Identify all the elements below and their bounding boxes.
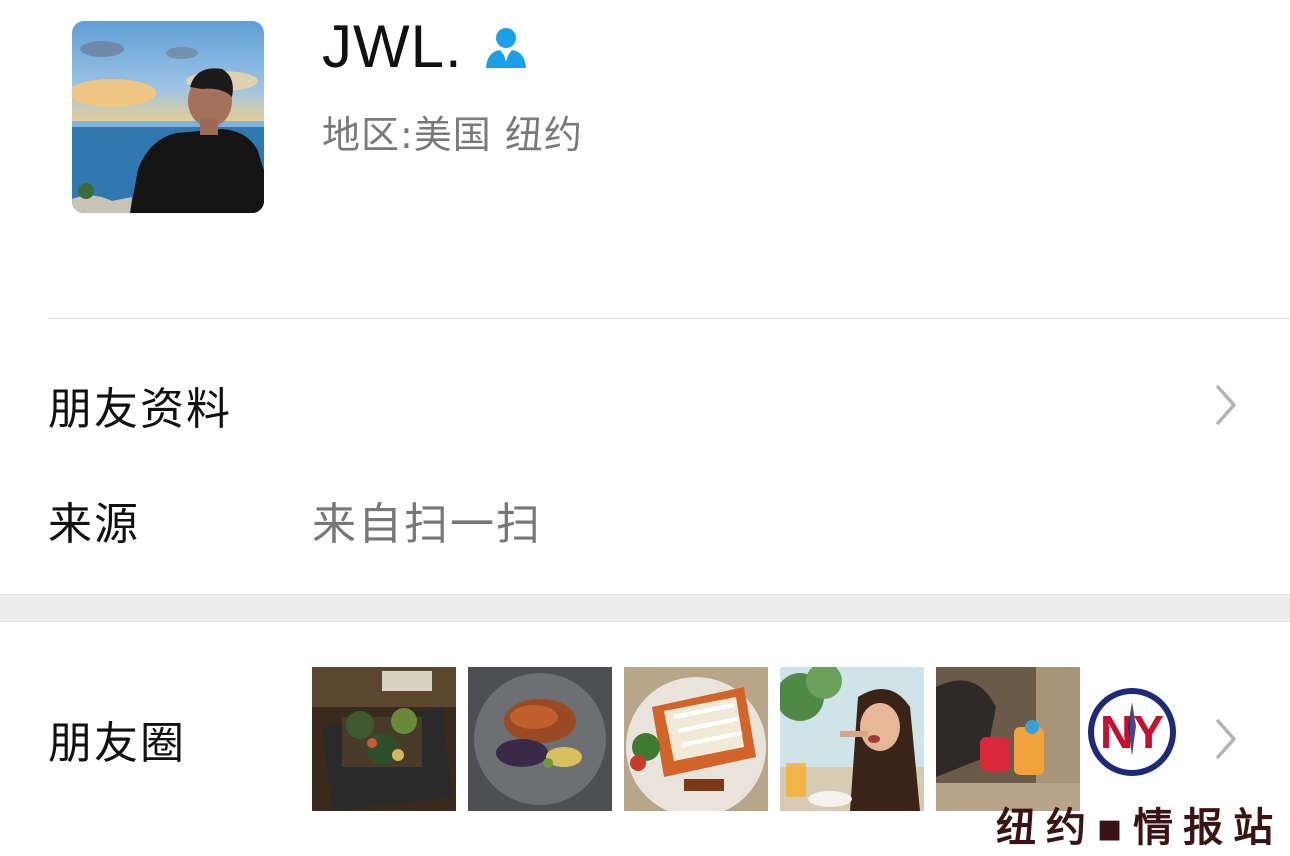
user-icon — [483, 24, 529, 70]
watermark-text: 纽约▪情报站 — [996, 805, 1284, 851]
moments-thumbnail[interactable] — [624, 667, 768, 811]
section-separator — [0, 594, 1290, 622]
chevron-right-icon — [1212, 717, 1240, 761]
region-text: 地区:美国 纽约 — [322, 113, 583, 157]
avatar[interactable] — [72, 21, 264, 213]
source-label: 来源 — [48, 499, 140, 550]
moments-label: 朋友圈 — [48, 718, 186, 769]
friend-info-label: 朋友资料 — [48, 384, 232, 435]
contact-name: JWL. — [322, 12, 463, 80]
divider — [48, 318, 1290, 319]
moments-thumbnail[interactable] — [312, 667, 456, 811]
contact-profile-page: JWL. 地区:美国 纽约 朋友资料 来源 来自扫一扫 朋友圈 纽约▪情报站 — [0, 0, 1290, 856]
source-row: 来源 来自扫一扫 — [0, 462, 1290, 578]
name-row: JWL. — [322, 8, 529, 84]
chevron-right-icon — [1212, 383, 1240, 427]
moments-thumbnail[interactable] — [468, 667, 612, 811]
friend-info-row[interactable]: 朋友资料 — [0, 346, 1290, 464]
moments-thumbnail[interactable] — [936, 667, 1080, 811]
source-value: 来自扫一扫 — [312, 499, 542, 550]
watermark-logo: NY — [1086, 686, 1178, 778]
moments-thumbnail[interactable] — [780, 667, 924, 811]
moments-thumbnails — [312, 667, 1080, 811]
